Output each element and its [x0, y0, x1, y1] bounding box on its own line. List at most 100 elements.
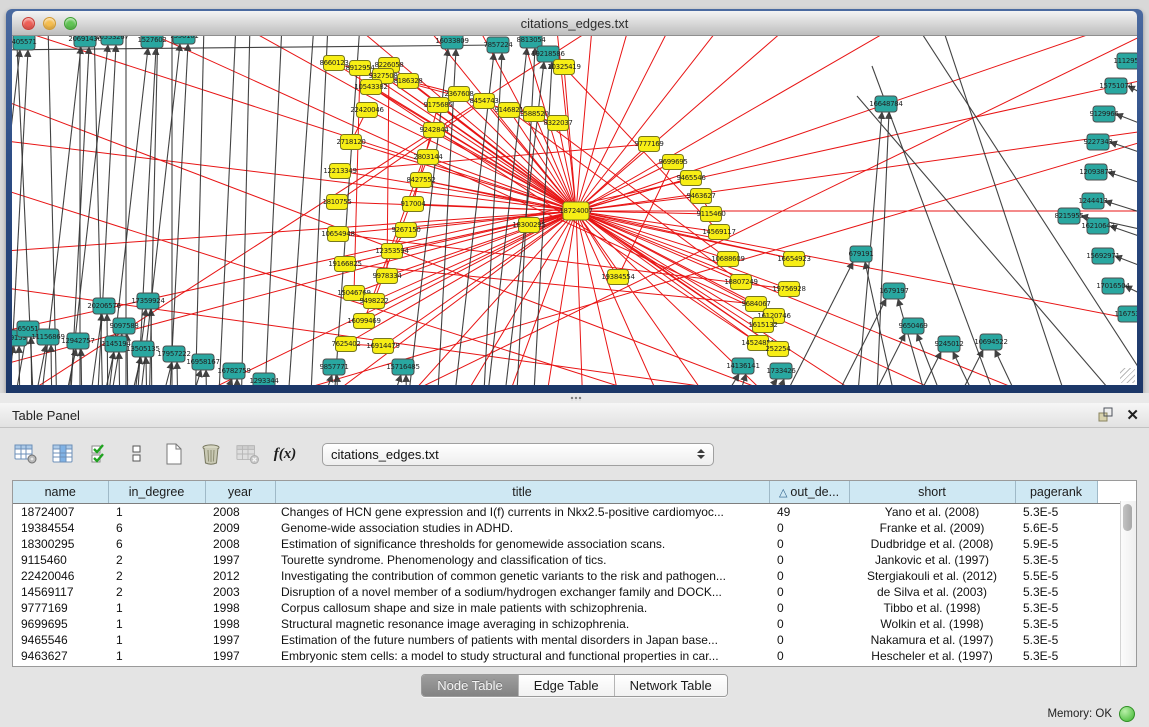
table-row[interactable]: 1872400712008Changes of HCN gene express… — [13, 504, 1121, 521]
graph-node[interactable]: 9267150 — [391, 223, 420, 238]
graph-node[interactable]: 9650469 — [898, 318, 927, 334]
graph-node[interactable]: 9242844 — [419, 123, 449, 138]
table-row[interactable]: 977716911998Corpus callosum shape and si… — [13, 600, 1121, 616]
scrollbar-thumb[interactable] — [1123, 504, 1132, 531]
graph-node[interactable]: 7857224 — [483, 37, 513, 53]
column-header-pagerank[interactable]: pagerank — [1015, 481, 1097, 504]
graph-node[interactable]: 405571 — [12, 36, 36, 50]
graph-node[interactable]: 8186328 — [393, 74, 422, 89]
graph-node[interactable]: 18724007 — [559, 202, 592, 220]
graph-node[interactable]: 15716485 — [386, 359, 419, 375]
graph-node[interactable]: 16958167 — [186, 354, 219, 370]
table-scrollbar[interactable] — [1120, 501, 1136, 666]
graph-node[interactable]: 1810755 — [322, 195, 351, 210]
table-mode-icon[interactable] — [14, 442, 38, 466]
graph-node[interactable]: 12942757 — [61, 333, 94, 349]
graph-node[interactable]: 17016504 — [1096, 278, 1130, 294]
graph-node[interactable]: 1527602 — [137, 36, 166, 48]
table-row[interactable]: 946362711997Embryonic stem cells: a mode… — [13, 648, 1121, 664]
graph-node[interactable]: 16914479 — [366, 339, 399, 354]
graph-node[interactable]: 12213349 — [323, 164, 356, 179]
graph-node[interactable]: 9857771 — [319, 359, 348, 375]
graph-node[interactable]: 18300295 — [512, 218, 545, 233]
column-header-name[interactable]: name — [13, 481, 108, 504]
graph-node[interactable]: 9227343 — [1083, 134, 1112, 150]
graph-node[interactable]: 9175685 — [423, 98, 452, 113]
graph-node[interactable]: 1244413 — [1078, 193, 1107, 209]
tab-node-table[interactable]: Node Table — [422, 675, 518, 696]
graph-node[interactable]: 9115460 — [696, 207, 725, 222]
graph-node[interactable]: 7625402 — [331, 337, 360, 352]
graph-node[interactable]: 22420046 — [350, 103, 384, 118]
table-row[interactable]: 1938455462009Genome-wide association stu… — [13, 520, 1121, 536]
graph-node[interactable]: 16033809 — [435, 36, 468, 49]
graph-node[interactable]: 10694522 — [974, 334, 1007, 350]
function-builder-icon[interactable]: f(x) — [273, 442, 297, 466]
memory-indicator[interactable] — [1119, 706, 1135, 722]
graph-node[interactable]: 9245012 — [934, 336, 963, 352]
column-header-short[interactable]: short — [849, 481, 1015, 504]
graph-node[interactable]: 16210643 — [1081, 218, 1114, 234]
graph-node[interactable]: 1733426 — [766, 363, 796, 379]
table-row[interactable]: 946554611997Estimation of the future num… — [13, 632, 1121, 648]
table-row[interactable]: 911546021997Tourette syndrome. Phenomeno… — [13, 552, 1121, 568]
table-row[interactable]: 969969511998Structural magnetic resonanc… — [13, 616, 1121, 632]
graph-node[interactable]: 19756928 — [772, 282, 805, 297]
graph-node[interactable]: 1112954 — [1113, 53, 1137, 69]
graph-node[interactable]: 1615132 — [748, 318, 777, 333]
column-header-year[interactable]: year — [205, 481, 275, 504]
table-row[interactable]: 1830029562008Estimation of significance … — [13, 536, 1121, 552]
graph-node[interactable]: 14569117 — [702, 225, 735, 240]
graph-node[interactable]: 1679197 — [879, 283, 908, 299]
graph-node[interactable]: 2718120 — [336, 135, 365, 150]
float-panel-icon[interactable] — [1097, 406, 1114, 426]
graph-node[interactable]: 9097588 — [109, 318, 138, 334]
graph-node[interactable]: 16782759 — [217, 363, 250, 379]
graph-node[interactable]: 9463627 — [686, 189, 715, 204]
graph-node[interactable]: 9498222 — [359, 294, 388, 309]
graph-node[interactable]: 16648784 — [869, 96, 903, 112]
graph-node[interactable]: 13505135 — [126, 341, 159, 357]
graph-node[interactable]: 9129966 — [1089, 106, 1119, 122]
graph-node[interactable]: 15692971 — [1086, 248, 1119, 264]
show-columns-icon[interactable] — [51, 442, 75, 466]
graph-node[interactable]: 16099469 — [347, 314, 380, 329]
new-column-icon[interactable] — [162, 442, 186, 466]
close-panel-icon[interactable]: ✕ — [1126, 407, 1139, 425]
graph-node[interactable]: 9978334 — [372, 269, 402, 284]
select-all-icon[interactable] — [88, 442, 112, 466]
network-canvas[interactable]: 4055712069143610553267152760273561011603… — [12, 36, 1137, 385]
table-row[interactable]: 1456911722003Disruption of a novel membe… — [13, 584, 1121, 600]
graph-node[interactable]: 9777169 — [634, 137, 663, 152]
graph-node[interactable]: 917004 — [401, 197, 427, 212]
table-selector-dropdown[interactable]: citations_edges.txt — [322, 443, 714, 466]
column-header-out_de[interactable]: △out_de... — [769, 481, 849, 504]
graph-node[interactable]: 15751074 — [1099, 78, 1133, 94]
graph-node[interactable]: 9465546 — [676, 171, 706, 186]
delete-columns-icon[interactable] — [199, 442, 223, 466]
graph-node[interactable]: 8427552 — [406, 173, 435, 188]
graph-node[interactable]: 8322037 — [543, 116, 572, 131]
citation-network-graph[interactable]: 4055712069143610553267152760273561011603… — [12, 36, 1137, 385]
resize-grip-icon[interactable] — [1120, 368, 1135, 383]
graph-node[interactable]: 252254 — [766, 342, 792, 357]
tab-network-table[interactable]: Network Table — [614, 675, 727, 696]
graph-node[interactable]: 9699695 — [658, 155, 687, 170]
graph-node[interactable]: 2803144 — [413, 150, 443, 165]
graph-node[interactable]: 10553267 — [95, 36, 128, 45]
column-header-title[interactable]: title — [275, 481, 769, 504]
graph-node[interactable]: 1293344 — [249, 373, 279, 385]
graph-node[interactable]: 8215955 — [1054, 208, 1083, 224]
graph-node[interactable]: 8660123 — [319, 56, 348, 71]
table-row[interactable]: 2242004622012Investigating the contribut… — [13, 568, 1121, 584]
graph-node[interactable]: 16654923 — [777, 252, 810, 267]
graph-node[interactable]: 1167533 — [1114, 306, 1137, 322]
network-window-titlebar[interactable]: citations_edges.txt — [12, 11, 1137, 36]
delete-table-icon[interactable] — [236, 442, 260, 466]
column-header-in_degree[interactable]: in_degree — [108, 481, 205, 504]
graph-node[interactable]: 7356101 — [169, 36, 198, 44]
graph-node[interactable]: 19384554 — [601, 270, 635, 285]
clear-selection-icon[interactable] — [125, 442, 149, 466]
tab-edge-table[interactable]: Edge Table — [518, 675, 614, 696]
graph-node[interactable]: 12093872 — [1079, 164, 1112, 180]
